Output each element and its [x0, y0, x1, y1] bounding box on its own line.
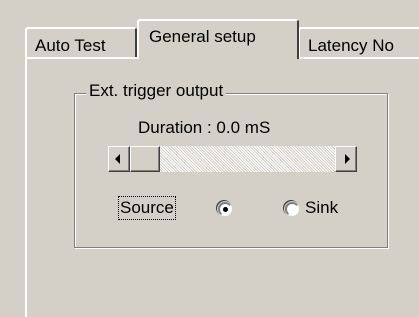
duration-readout: Duration : 0.0 mS: [138, 118, 271, 137]
tab-auto-test-label: Auto Test: [35, 36, 106, 55]
tab-auto-test[interactable]: Auto Test: [25, 27, 137, 57]
source-radio[interactable]: [218, 202, 232, 216]
dialog: { "tabs": [ {"label": "Auto Test", "sele…: [0, 0, 419, 317]
scroll-right-button[interactable]: [335, 146, 357, 172]
tab-general-setup[interactable]: General setup: [137, 19, 299, 59]
sink-label[interactable]: Sink: [305, 198, 338, 218]
left-arrow-icon: [115, 154, 120, 164]
group-title: Ext. trigger output: [86, 81, 227, 101]
radio-selected-dot: [223, 207, 228, 212]
right-arrow-icon: [345, 154, 350, 164]
tab-latency-label: Latency No: [308, 36, 394, 55]
tab-strip: Auto Test General setup Latency No: [0, 0, 419, 59]
tab-latency[interactable]: Latency No: [298, 27, 419, 57]
tab-general-setup-label: General setup: [149, 27, 256, 46]
sink-radio[interactable]: [285, 202, 299, 216]
duration-slider[interactable]: [108, 146, 357, 172]
scroll-thumb[interactable]: [130, 146, 160, 172]
scroll-left-button[interactable]: [108, 146, 130, 172]
source-label[interactable]: Source: [118, 196, 176, 220]
